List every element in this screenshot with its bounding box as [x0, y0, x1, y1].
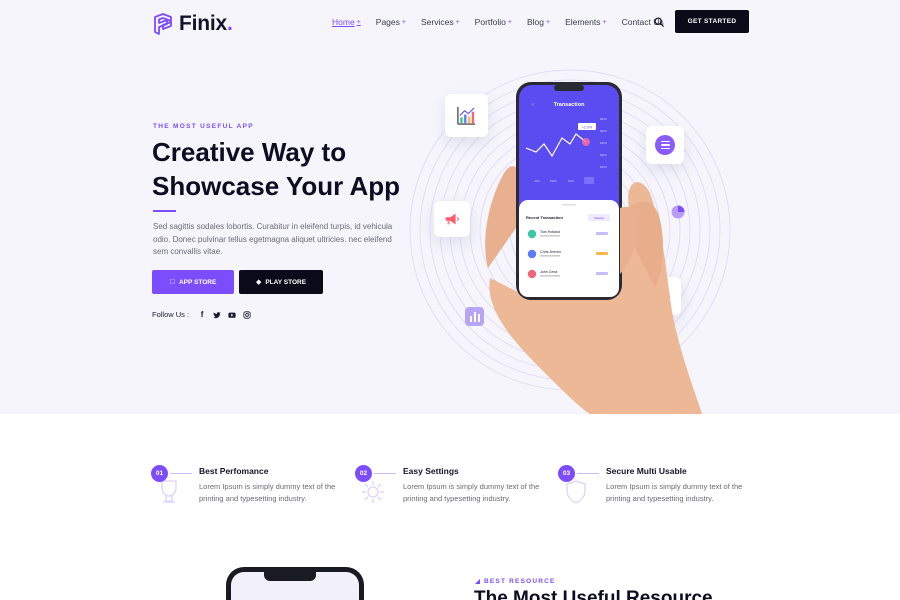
nav-item-services[interactable]: Services + [421, 17, 460, 27]
app-store-button[interactable]:  APP STORE [152, 270, 234, 294]
nav-label-pages: Pages [375, 17, 400, 27]
hero-section: Finix. Home + Pages + Services + Portfolio +… [0, 0, 900, 414]
get-started-button[interactable]: GET STARTED [675, 10, 749, 33]
search-icon[interactable] [654, 17, 664, 27]
feature-card-3: 03 Secure Multi Usable Lorem Ipsum is si… [558, 464, 758, 514]
nav-caret-icon: + [455, 18, 460, 26]
nav-item-pages[interactable]: Pages + [376, 17, 406, 27]
play-store-label: PLAY STORE [265, 278, 307, 286]
feature-description: Lorem Ipsum is simply dummy text of the … [606, 482, 743, 503]
phone-chart-tag: +2.9% [582, 126, 593, 130]
nav-label-blog: Blog [526, 17, 544, 27]
feature-card-2: 02 Easy Settings Lorem Ipsum is simply d… [355, 464, 555, 514]
hero-eyebrow: THE MOST USEFUL APP [153, 123, 254, 130]
feature-number: 03 [558, 465, 575, 482]
feature-card-1: 01 Best Perfomance Lorem Ipsum is simply… [151, 464, 351, 514]
transaction-name-3: John Cena [540, 270, 557, 274]
feature-title: Easy Settings [403, 466, 459, 476]
svg-text:MAY: MAY [568, 179, 574, 183]
triangle-icon [475, 579, 480, 584]
resource-title: The Most Useful Resource [474, 588, 713, 600]
svg-text:JAN: JAN [534, 179, 540, 183]
svg-text:$400: $400 [600, 129, 607, 133]
app-store-label: APP STORE [176, 278, 216, 286]
nav-label-services: Services [420, 17, 454, 27]
nav-caret-icon: + [602, 18, 607, 26]
feature-description: Lorem Ipsum is simply dummy text of the … [199, 482, 336, 503]
resource-phone-notch [264, 571, 316, 581]
feature-line [577, 473, 599, 474]
twitter-icon[interactable] [213, 311, 221, 319]
logo[interactable]: Finix. [152, 12, 233, 36]
feature-title: Best Perfomance [199, 466, 269, 476]
hero-title: Creative Way to Showcase Your App [152, 137, 401, 201]
youtube-icon[interactable] [228, 311, 236, 319]
feature-description: Lorem Ipsum is simply dummy text of the … [403, 482, 540, 503]
nav-label-home: Home [332, 17, 355, 27]
svg-text:$100: $100 [600, 165, 607, 169]
nav-item-blog[interactable]: Blog + [527, 17, 550, 27]
nav-caret-icon: + [507, 18, 512, 26]
logo-icon [154, 13, 172, 35]
svg-text:MAR: MAR [550, 179, 558, 183]
main-nav: Home + Pages + Services + Portfolio + Blog + … [332, 17, 679, 27]
nav-item-portfolio[interactable]: Portfolio + [475, 17, 512, 27]
resource-phone [226, 567, 364, 600]
svg-text:$500: $500 [600, 117, 607, 121]
feature-line [170, 473, 192, 474]
brand-name: Finix [179, 12, 228, 35]
play-store-button[interactable]: ◆ PLAY STORE [239, 270, 323, 294]
apple-icon:  [170, 279, 175, 286]
instagram-icon[interactable] [243, 310, 251, 319]
nav-item-home[interactable]: Home + [332, 17, 361, 27]
brand-dot: . [227, 12, 233, 35]
recent-transaction-title: Recent Transaction [526, 215, 563, 220]
megaphone-card [434, 201, 470, 237]
nav-label-elements: Elements [565, 17, 601, 27]
feature-number: 01 [151, 465, 168, 482]
svg-text:$200: $200 [600, 153, 607, 157]
follow-label: Follow Us : [152, 310, 190, 319]
recent-filter: Weekly [594, 216, 604, 220]
megaphone-icon [445, 213, 459, 225]
feature-title: Secure Multi Usable [606, 466, 687, 476]
nav-caret-icon: + [401, 18, 406, 26]
feature-number: 02 [355, 465, 372, 482]
hand-holding-phone: ‹ Transaction +2.9% $500$400$300 $200$10… [485, 82, 702, 414]
feature-line [374, 473, 396, 474]
nav-label-portfolio: Portfolio [474, 17, 506, 27]
follow-us: Follow Us : f [152, 310, 251, 319]
transaction-name-2: Chris Jericho [540, 250, 561, 254]
transaction-name-1: Tom Holland [540, 230, 560, 234]
play-icon: ◆ [255, 279, 262, 286]
title-underline [153, 210, 176, 212]
resource-eyebrow: BEST RESOURCE [475, 578, 556, 585]
gear-icon [362, 481, 384, 503]
nav-caret-icon: + [545, 18, 551, 26]
phone-screen-title: Transaction [554, 102, 586, 108]
trophy-icon [161, 480, 177, 503]
svg-text:$300: $300 [600, 141, 607, 145]
hero-description: Sed sagittis sodales lobortis. Curabitur… [153, 222, 393, 256]
nav-caret-icon: + [356, 18, 361, 26]
facebook-icon[interactable]: f [198, 310, 206, 319]
shield-icon [566, 480, 586, 504]
nav-item-elements[interactable]: Elements + [565, 17, 607, 27]
resource-eyebrow-label: BEST RESOURCE [484, 578, 556, 585]
